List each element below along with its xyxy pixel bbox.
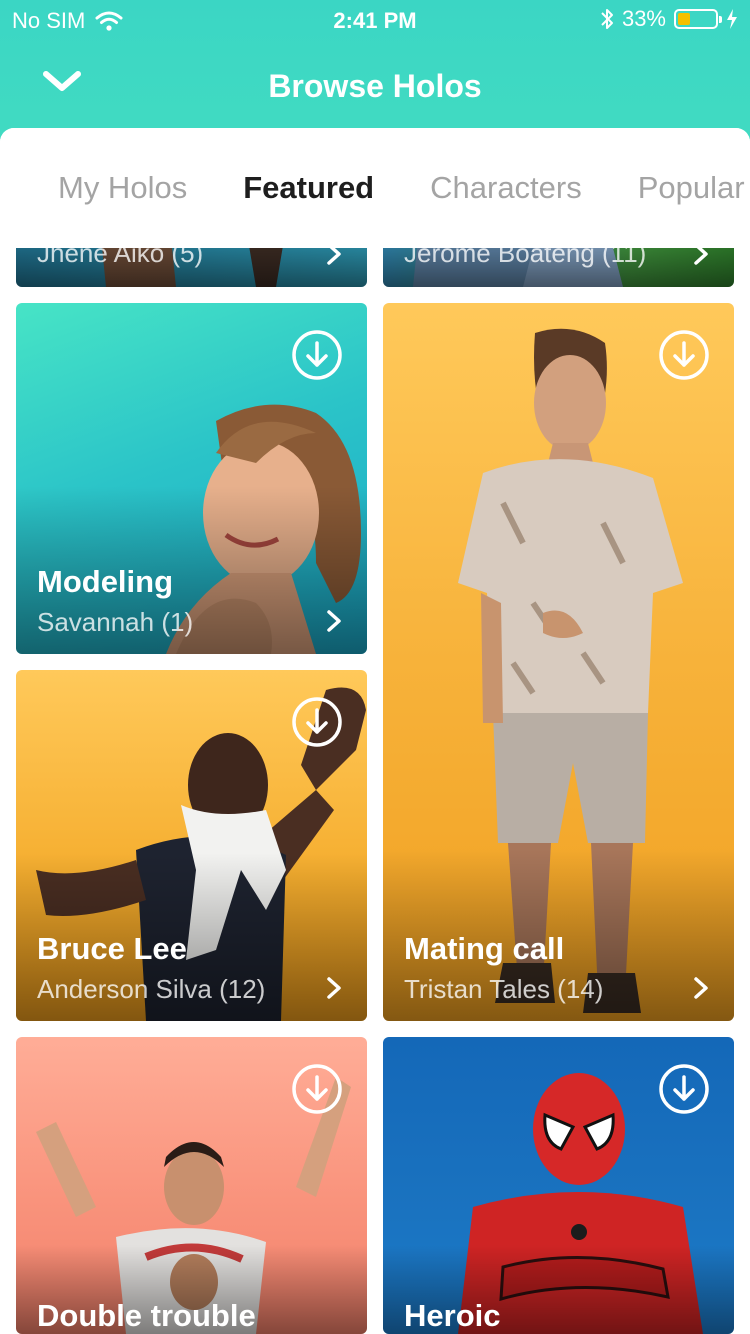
tab-characters[interactable]: Characters	[430, 170, 582, 206]
card-subtitle: Tristan Tales (14)	[404, 974, 604, 1004]
chevron-right-icon	[327, 977, 341, 999]
browse-sheet: My Holos Featured Characters Popular Jhe…	[0, 128, 750, 1334]
status-bar: No SIM 2:41 PM 33%	[0, 0, 750, 40]
download-icon[interactable]	[291, 696, 343, 748]
holo-card-bruce-lee[interactable]: Bruce Lee Anderson Silva (12)	[16, 670, 367, 1021]
bluetooth-icon	[601, 9, 613, 29]
chevron-right-icon	[694, 977, 708, 999]
download-icon[interactable]	[658, 1063, 710, 1115]
card-subtitle: Anderson Silva (12)	[37, 974, 266, 1004]
holo-grid: Jhene Aiko (5) Jerome Boateng (11) Model…	[0, 128, 750, 1334]
download-icon[interactable]	[291, 329, 343, 381]
tab-bar: My Holos Featured Characters Popular	[0, 128, 750, 248]
holo-card-modeling[interactable]: Modeling Savannah (1)	[16, 303, 367, 654]
chevron-right-icon	[327, 610, 341, 632]
battery-level	[678, 13, 690, 25]
battery-percent: 33%	[621, 6, 666, 31]
card-title: Bruce Lee	[37, 931, 187, 966]
tab-featured[interactable]: Featured	[243, 170, 374, 206]
download-icon[interactable]	[291, 1063, 343, 1115]
battery-icon	[674, 9, 722, 29]
holo-card-mating-call[interactable]: Mating call Tristan Tales (14)	[383, 303, 734, 1021]
card-title: Mating call	[404, 931, 565, 966]
card-subtitle: Savannah (1)	[37, 607, 194, 637]
bolt-icon	[727, 9, 737, 29]
holo-card-heroic[interactable]: Heroic	[383, 1037, 734, 1334]
status-right: 33%	[600, 6, 738, 32]
card-title: Double trouble	[37, 1298, 256, 1333]
download-icon[interactable]	[658, 329, 710, 381]
card-title: Modeling	[37, 564, 174, 599]
card-title: Heroic	[404, 1298, 501, 1333]
page-title: Browse Holos	[268, 68, 482, 104]
nav-bar: Browse Holos	[0, 40, 750, 128]
tab-my-holos[interactable]: My Holos	[58, 170, 187, 206]
tab-popular[interactable]: Popular	[638, 170, 745, 206]
holo-card-double-trouble[interactable]: Double trouble	[16, 1037, 367, 1334]
